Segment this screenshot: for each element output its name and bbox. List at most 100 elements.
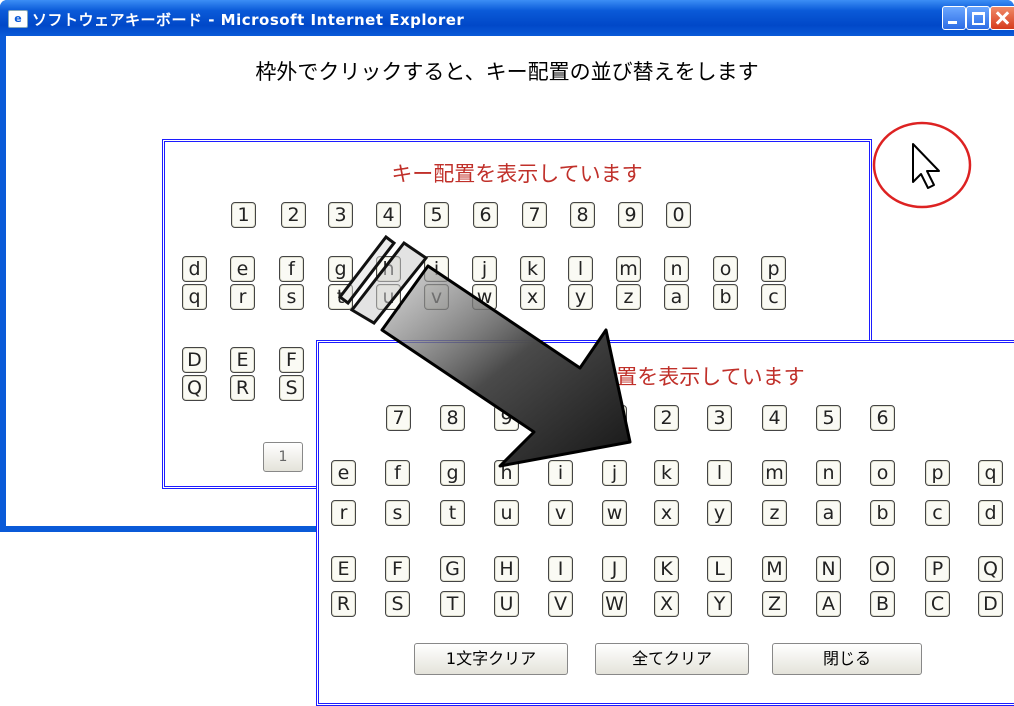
key[interactable]: P	[925, 556, 950, 582]
key[interactable]: d	[182, 256, 207, 282]
key[interactable]: F	[279, 347, 304, 373]
key[interactable]: s	[279, 284, 304, 310]
clear-one-button[interactable]: 1文字クリア	[414, 643, 568, 675]
key[interactable]: T	[440, 591, 465, 617]
key[interactable]: z	[762, 500, 787, 526]
key[interactable]: d	[978, 500, 1003, 526]
key[interactable]: 2	[281, 202, 306, 228]
key[interactable]: 6	[473, 202, 498, 228]
key[interactable]: 2	[654, 405, 679, 431]
key[interactable]: 8	[570, 202, 595, 228]
key[interactable]: g	[440, 460, 465, 486]
key[interactable]: j	[472, 256, 497, 282]
title-bar[interactable]: e ソフトウェアキーボード - Microsoft Internet Explo…	[0, 0, 1014, 36]
key[interactable]: D	[978, 591, 1003, 617]
key[interactable]: H	[494, 556, 519, 582]
key[interactable]: u	[376, 284, 401, 310]
key[interactable]: 9	[618, 202, 643, 228]
key[interactable]: q	[978, 460, 1003, 486]
key[interactable]: r	[230, 284, 255, 310]
key[interactable]: 9	[494, 405, 519, 431]
key[interactable]: y	[707, 500, 732, 526]
key[interactable]: z	[616, 284, 641, 310]
key[interactable]: n	[816, 460, 841, 486]
key[interactable]: b	[870, 500, 895, 526]
key[interactable]: p	[925, 460, 950, 486]
key[interactable]: a	[816, 500, 841, 526]
key[interactable]: X	[654, 591, 679, 617]
key[interactable]: q	[182, 284, 207, 310]
key[interactable]: 1	[231, 202, 256, 228]
key[interactable]: R	[331, 591, 356, 617]
key[interactable]: x	[654, 500, 679, 526]
key[interactable]: M	[762, 556, 787, 582]
key[interactable]: G	[440, 556, 465, 582]
close-icon[interactable]	[990, 6, 1014, 30]
key[interactable]: 5	[816, 405, 841, 431]
key[interactable]: n	[664, 256, 689, 282]
key[interactable]: p	[761, 256, 786, 282]
key[interactable]: m	[616, 256, 641, 282]
key[interactable]: y	[568, 284, 593, 310]
key[interactable]: h	[376, 256, 401, 282]
key[interactable]: j	[602, 460, 627, 486]
key[interactable]: e	[331, 460, 356, 486]
key[interactable]: 4	[762, 405, 787, 431]
minimize-icon[interactable]	[942, 6, 966, 30]
key[interactable]: h	[494, 460, 519, 486]
key[interactable]: Q	[182, 375, 207, 401]
key[interactable]: s	[385, 500, 410, 526]
key[interactable]: J	[602, 556, 627, 582]
key[interactable]: Q	[978, 556, 1003, 582]
key[interactable]: L	[707, 556, 732, 582]
key[interactable]: A	[816, 591, 841, 617]
key[interactable]: 0	[548, 405, 573, 431]
key[interactable]: i	[548, 460, 573, 486]
key[interactable]: S	[279, 375, 304, 401]
key[interactable]: f	[385, 460, 410, 486]
key[interactable]: i	[424, 256, 449, 282]
key[interactable]: e	[230, 256, 255, 282]
key[interactable]: 7	[522, 202, 547, 228]
key[interactable]: C	[925, 591, 950, 617]
key[interactable]: E	[331, 556, 356, 582]
key[interactable]: D	[182, 347, 207, 373]
key[interactable]: 0	[666, 202, 691, 228]
maximize-icon[interactable]	[966, 6, 990, 30]
key[interactable]: t	[440, 500, 465, 526]
key[interactable]: W	[602, 591, 627, 617]
key[interactable]: w	[602, 500, 627, 526]
key[interactable]: 5	[424, 202, 449, 228]
key[interactable]: 3	[707, 405, 732, 431]
key[interactable]: o	[713, 256, 738, 282]
key[interactable]: K	[654, 556, 679, 582]
key[interactable]: x	[520, 284, 545, 310]
key[interactable]: O	[870, 556, 895, 582]
close-button[interactable]: 閉じる	[772, 643, 922, 675]
key[interactable]: v	[424, 284, 449, 310]
key[interactable]: l	[568, 256, 593, 282]
key[interactable]: U	[494, 591, 519, 617]
key[interactable]: 7	[386, 405, 411, 431]
key[interactable]: N	[816, 556, 841, 582]
key[interactable]: S	[385, 591, 410, 617]
clear-one-button[interactable]: 1	[263, 442, 303, 472]
key[interactable]: B	[870, 591, 895, 617]
key[interactable]: b	[713, 284, 738, 310]
key[interactable]: 8	[440, 405, 465, 431]
key[interactable]: u	[494, 500, 519, 526]
key[interactable]: c	[761, 284, 786, 310]
key[interactable]: R	[230, 375, 255, 401]
key[interactable]: t	[328, 284, 353, 310]
key[interactable]: Y	[707, 591, 732, 617]
key[interactable]: 6	[870, 405, 895, 431]
key[interactable]: F	[385, 556, 410, 582]
key[interactable]: c	[925, 500, 950, 526]
key[interactable]: I	[548, 556, 573, 582]
key[interactable]: k	[520, 256, 545, 282]
key[interactable]: f	[279, 256, 304, 282]
key[interactable]: w	[472, 284, 497, 310]
key[interactable]: v	[548, 500, 573, 526]
key[interactable]: g	[328, 256, 353, 282]
key[interactable]: r	[331, 500, 356, 526]
